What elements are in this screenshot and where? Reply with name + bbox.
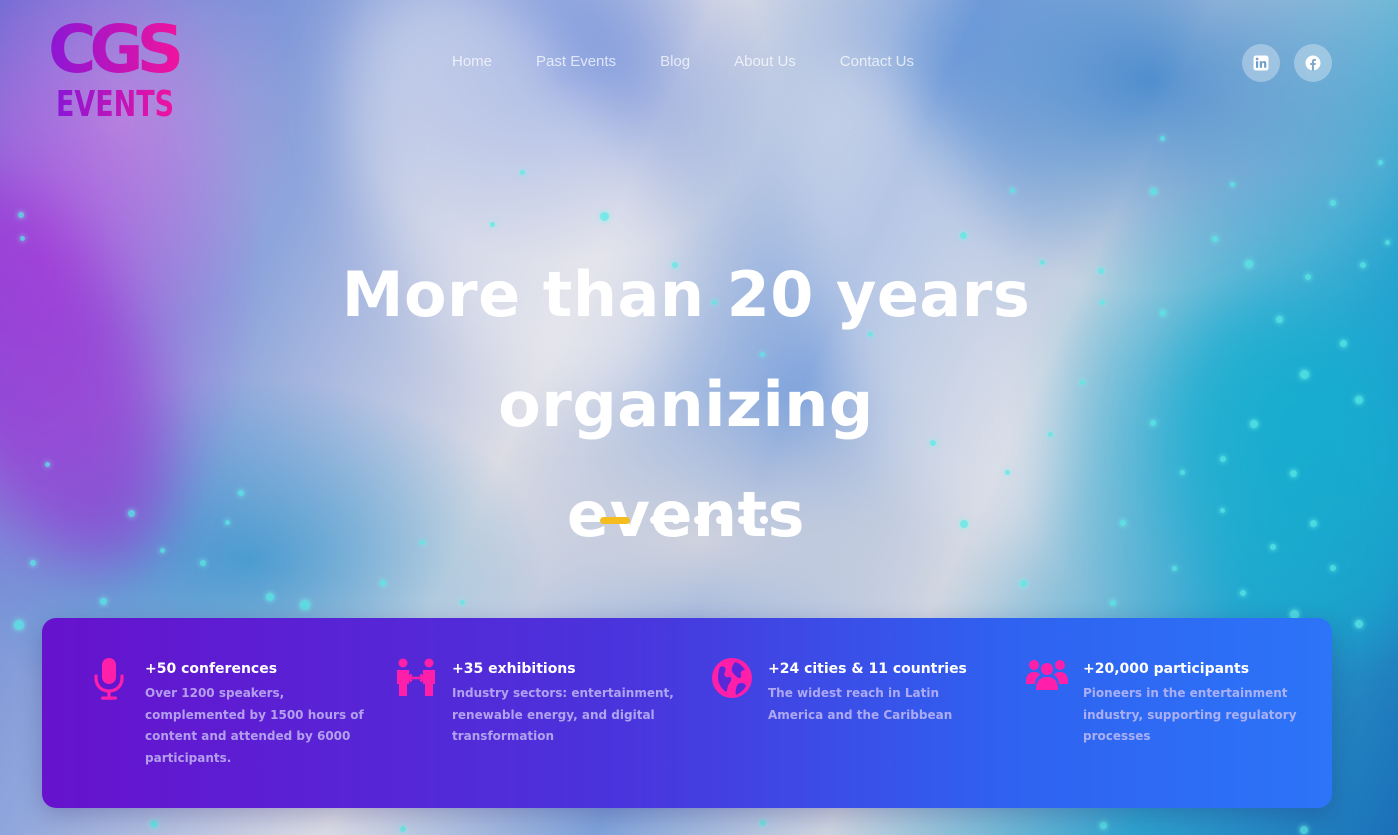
- stats-band: +50 conferences Over 1200 speakers, comp…: [42, 618, 1332, 808]
- sparkle-dot: [1330, 565, 1336, 571]
- sparkle-dot: [1305, 274, 1311, 280]
- slider-dot-6[interactable]: [738, 516, 746, 524]
- sparkle-dot: [20, 236, 25, 241]
- nav-contact-us[interactable]: Contact Us: [818, 40, 936, 116]
- stat-description: Industry sectors: entertainment, renewab…: [452, 686, 674, 743]
- stat-exhibitions: +35 exhibitions Industry sectors: entert…: [394, 658, 694, 788]
- sparkle-dot: [30, 560, 36, 566]
- stat-title: +50 conferences: [145, 661, 278, 677]
- sparkle-dot: [1378, 160, 1383, 165]
- linkedin-button[interactable]: [1242, 44, 1280, 82]
- sparkle-dot: [1250, 420, 1258, 428]
- sparkle-dot: [1290, 470, 1297, 477]
- stat-conferences: +50 conferences Over 1200 speakers, comp…: [87, 658, 387, 788]
- sparkle-dot: [400, 826, 406, 832]
- sparkle-dot: [100, 598, 107, 605]
- nav-home[interactable]: Home: [430, 40, 514, 116]
- sparkle-dot: [266, 593, 274, 601]
- sparkle-dot: [1270, 544, 1276, 550]
- sparkle-dot: [1010, 188, 1015, 193]
- sparkle-dot: [1100, 822, 1107, 829]
- sparkle-dot: [128, 510, 135, 517]
- logo-bottom-text: EVENTS: [56, 84, 174, 120]
- stat-participants: +20,000 participants Pioneers in the ent…: [1025, 658, 1325, 788]
- main-navigation: Home Past Events Blog About Us Contact U…: [430, 40, 936, 116]
- sparkle-dot: [1310, 520, 1317, 527]
- sparkle-dot: [960, 232, 967, 239]
- sparkle-dot: [1330, 200, 1336, 206]
- sparkle-dot: [1150, 188, 1157, 195]
- sparkle-dot: [1240, 590, 1246, 596]
- sparkle-dot: [1160, 136, 1165, 141]
- hero-title-line-1: More than 20 years organizing: [341, 258, 1031, 441]
- facebook-button[interactable]: [1294, 44, 1332, 82]
- stat-description: Over 1200 speakers, complemented by 1500…: [145, 686, 364, 765]
- sparkle-dot: [760, 820, 766, 826]
- sparkle-dot: [14, 620, 24, 630]
- sparkle-dot: [1276, 316, 1283, 323]
- sparkle-dot: [18, 212, 24, 218]
- slider-dot-4[interactable]: [694, 516, 702, 524]
- slider-pagination: [600, 516, 768, 524]
- sparkle-dot: [460, 600, 465, 605]
- facebook-icon: [1305, 55, 1321, 71]
- linkedin-icon: [1253, 55, 1269, 71]
- hero-title-line-2: events: [566, 478, 806, 551]
- sparkle-dot: [490, 222, 495, 227]
- sparkle-dot: [1300, 370, 1309, 379]
- sparkle-dot: [1020, 580, 1027, 587]
- sparkle-dot: [380, 580, 386, 586]
- page: CGS EVENTS Home Past Events Blog About U…: [0, 0, 1398, 835]
- nav-about-us[interactable]: About Us: [712, 40, 818, 116]
- sparkle-dot: [45, 462, 50, 467]
- sparkle-dot: [520, 170, 525, 175]
- sparkle-dot: [1340, 340, 1347, 347]
- social-links: [1242, 44, 1332, 82]
- sparkle-dot: [1230, 182, 1235, 187]
- stat-title: +24 cities & 11 countries: [768, 661, 967, 677]
- slider-dot-3[interactable]: [672, 516, 680, 524]
- sparkle-dot: [600, 212, 609, 221]
- sparkle-dot: [1360, 262, 1366, 268]
- slider-dot-1[interactable]: [600, 516, 630, 524]
- microphone-icon: [94, 658, 124, 700]
- stat-title: +20,000 participants: [1083, 661, 1250, 677]
- sparkle-dot: [1355, 620, 1363, 628]
- nav-blog[interactable]: Blog: [638, 40, 712, 116]
- sparkle-dot: [300, 600, 310, 610]
- sparkle-dot: [1355, 396, 1363, 404]
- cgs-events-logo[interactable]: CGS EVENTS: [48, 8, 188, 120]
- stat-description: Pioneers in the entertainment industry, …: [1083, 686, 1297, 743]
- stat-description: The widest reach in Latin America and th…: [768, 686, 953, 722]
- slider-dot-7[interactable]: [760, 516, 768, 524]
- sparkle-dot: [1245, 260, 1253, 268]
- participants-group-icon: [1026, 660, 1068, 690]
- exhibition-people-icon: [397, 658, 435, 696]
- sparkle-dot: [1300, 826, 1308, 834]
- slider-dot-5[interactable]: [716, 516, 724, 524]
- sparkle-dot: [150, 820, 158, 828]
- logo-top-text: CGS: [48, 11, 180, 88]
- sparkle-dot: [1385, 240, 1390, 245]
- nav-past-events[interactable]: Past Events: [514, 40, 638, 116]
- stat-reach: +24 cities & 11 countries The widest rea…: [710, 658, 1010, 788]
- stat-title: +35 exhibitions: [452, 661, 576, 677]
- sparkle-dot: [1110, 600, 1116, 606]
- globe-icon: [712, 658, 752, 698]
- slider-dot-2[interactable]: [650, 516, 658, 524]
